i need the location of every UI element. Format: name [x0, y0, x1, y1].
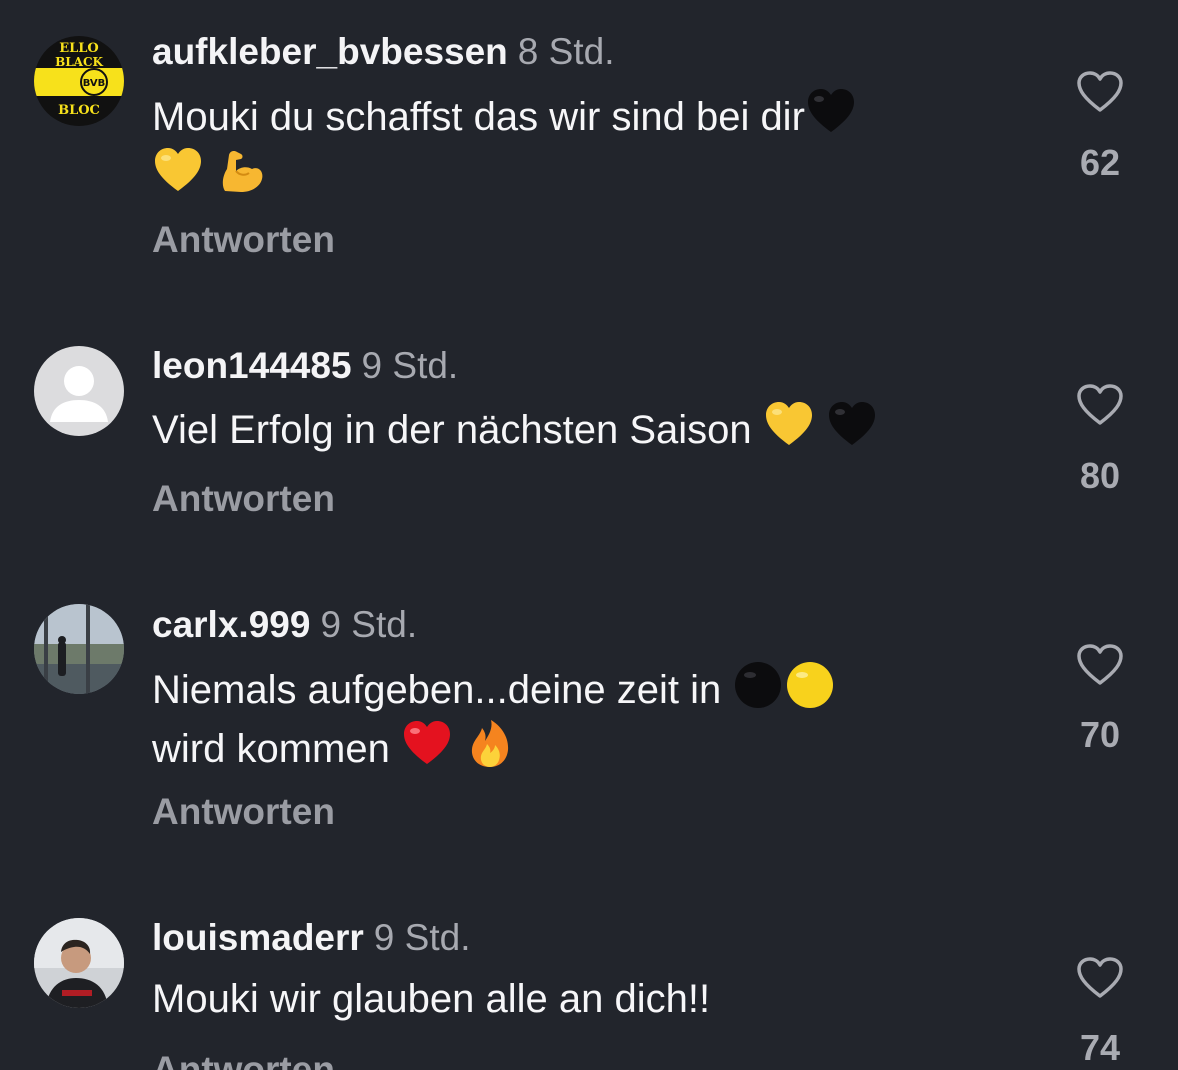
- avatar-text-top: ELLO: [59, 41, 99, 56]
- bvb-sticker-avatar-image: BVB ELLO BLACK BLOC: [34, 36, 124, 126]
- heart-outline-icon: [1077, 644, 1123, 685]
- red-heart-icon: [401, 718, 453, 770]
- yellow-circle-icon: [784, 659, 836, 711]
- avatar[interactable]: [34, 346, 124, 436]
- timestamp: 8 Std.: [517, 31, 615, 72]
- comment-text: Niemals aufgeben...deine zeit in wird ko…: [152, 659, 1022, 777]
- reply-button[interactable]: Antworten: [152, 790, 335, 834]
- profile-photo-image: [34, 604, 124, 694]
- comment-header: aufkleber_bvbessen 8 Std.: [152, 30, 614, 74]
- username[interactable]: louismaderr: [152, 917, 364, 958]
- avatar[interactable]: [34, 918, 124, 1008]
- flexed-biceps-icon: [215, 145, 267, 197]
- heart-outline-icon: [1077, 384, 1123, 425]
- profile-photo-image: [34, 918, 124, 1008]
- timestamp: 9 Std.: [320, 604, 418, 645]
- fire-icon: [464, 718, 516, 770]
- comment-text: Viel Erfolg in der nächsten Saison: [152, 399, 1022, 458]
- username[interactable]: aufkleber_bvbessen: [152, 31, 508, 72]
- comment-text-content: Viel Erfolg in der nächsten Saison: [152, 408, 752, 452]
- yellow-heart-icon: [152, 145, 204, 197]
- timestamp: 9 Std.: [373, 917, 471, 958]
- reply-button[interactable]: Antworten: [152, 218, 335, 262]
- comment-text-content: Mouki wir glauben alle an dich!!: [152, 977, 711, 1021]
- comment-text-line2: wird kommen: [152, 727, 390, 771]
- username[interactable]: leon144485: [152, 345, 352, 386]
- avatar-text-middle: BLACK: [55, 55, 103, 69]
- avatar[interactable]: [34, 604, 124, 694]
- comment-text: Mouki du schaffst das wir sind bei dir: [152, 86, 1022, 204]
- timestamp: 9 Std.: [361, 345, 459, 386]
- username[interactable]: carlx.999: [152, 604, 310, 645]
- comment-text: Mouki wir glauben alle an dich!!: [152, 972, 1022, 1027]
- yellow-heart-icon: [763, 399, 815, 451]
- like-count: 70: [1079, 714, 1121, 755]
- avatar-text-bvb: BVB: [83, 78, 106, 89]
- comment-header: louismaderr 9 Std.: [152, 916, 470, 960]
- comment-header: leon144485 9 Std.: [152, 344, 458, 388]
- black-heart-icon: [826, 399, 878, 451]
- comment-text-line1: Niemals aufgeben...deine zeit in: [152, 668, 722, 712]
- black-heart-icon: [805, 86, 857, 138]
- person-silhouette-icon: [34, 346, 124, 436]
- like-button[interactable]: [1076, 643, 1124, 687]
- avatar[interactable]: BVB ELLO BLACK BLOC: [34, 36, 124, 126]
- comment-header: carlx.999 9 Std.: [152, 603, 417, 647]
- like-button[interactable]: [1076, 956, 1124, 1000]
- like-count: 62: [1079, 142, 1121, 183]
- like-count: 80: [1079, 455, 1121, 496]
- avatar-text-bottom: BLOC: [58, 103, 100, 118]
- comment-text-content: Mouki du schaffst das wir sind bei dir: [152, 95, 805, 139]
- heart-outline-icon: [1077, 957, 1123, 998]
- reply-button[interactable]: Antworten: [152, 1048, 335, 1070]
- heart-outline-icon: [1077, 71, 1123, 112]
- black-circle-icon: [732, 659, 784, 711]
- like-button[interactable]: [1076, 383, 1124, 427]
- like-button[interactable]: [1076, 70, 1124, 114]
- reply-button[interactable]: Antworten: [152, 477, 335, 521]
- like-count: 74: [1079, 1027, 1121, 1068]
